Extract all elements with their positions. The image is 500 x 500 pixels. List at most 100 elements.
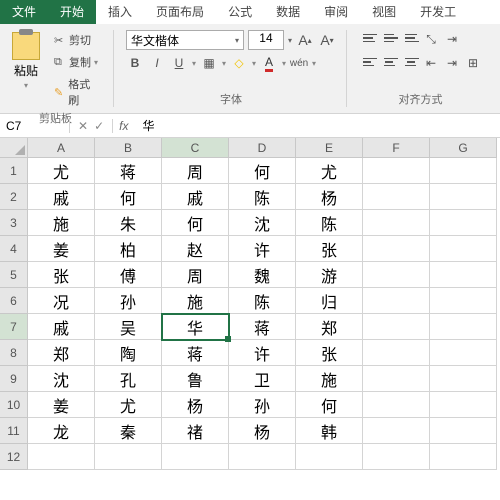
tab-file[interactable]: 文件 (0, 0, 48, 24)
cell[interactable] (363, 262, 430, 288)
tab-insert[interactable]: 插入 (96, 0, 144, 24)
cell[interactable]: 龙 (28, 418, 95, 444)
row-header[interactable]: 4 (0, 236, 28, 262)
cell[interactable] (430, 158, 497, 184)
col-header[interactable]: C (162, 138, 229, 158)
cell[interactable]: 秦 (95, 418, 162, 444)
cell[interactable]: 卫 (229, 366, 296, 392)
formula-input[interactable]: 华 (134, 117, 162, 134)
tab-view[interactable]: 视图 (360, 0, 408, 24)
align-center-button[interactable] (380, 54, 398, 70)
cell[interactable]: 何 (229, 158, 296, 184)
tab-review[interactable]: 审阅 (312, 0, 360, 24)
cell[interactable] (363, 288, 430, 314)
cell[interactable] (430, 418, 497, 444)
spreadsheet-grid[interactable]: ABCDEFG1尤蒋周何尤2戚何戚陈杨3施朱何沈陈4姜柏赵许张5张傅周魏游6况孙… (0, 138, 500, 470)
cancel-icon[interactable]: ✕ (78, 119, 88, 133)
cell[interactable] (430, 314, 497, 340)
row-header[interactable]: 5 (0, 262, 28, 288)
cell[interactable]: 禇 (162, 418, 229, 444)
orientation-button[interactable]: ⤡ (422, 30, 440, 48)
fx-icon[interactable]: fx (113, 119, 134, 133)
col-header[interactable]: A (28, 138, 95, 158)
phonetic-button[interactable]: wén (290, 54, 308, 72)
cell[interactable]: 孔 (95, 366, 162, 392)
cell[interactable] (430, 340, 497, 366)
cell[interactable] (430, 210, 497, 236)
increase-font-icon[interactable]: A▴ (296, 31, 314, 49)
align-bottom-button[interactable] (401, 30, 419, 46)
cell[interactable]: 魏 (229, 262, 296, 288)
align-middle-button[interactable] (380, 30, 398, 46)
col-header[interactable]: F (363, 138, 430, 158)
cell[interactable]: 孙 (229, 392, 296, 418)
col-header[interactable]: B (95, 138, 162, 158)
cell[interactable] (229, 444, 296, 470)
cell[interactable]: 戚 (28, 184, 95, 210)
cell[interactable]: 姜 (28, 392, 95, 418)
cell[interactable]: 赵 (162, 236, 229, 262)
cell[interactable] (363, 418, 430, 444)
cell[interactable]: 施 (162, 288, 229, 314)
align-top-button[interactable] (359, 30, 377, 46)
cell[interactable]: 鲁 (162, 366, 229, 392)
col-header[interactable]: G (430, 138, 497, 158)
tab-home[interactable]: 开始 (48, 0, 96, 24)
row-header[interactable]: 1 (0, 158, 28, 184)
fill-color-button[interactable]: ◇ (230, 54, 248, 72)
cell[interactable]: 张 (296, 340, 363, 366)
cell[interactable]: 孙 (95, 288, 162, 314)
cell[interactable]: 傅 (95, 262, 162, 288)
cell[interactable]: 游 (296, 262, 363, 288)
cut-button[interactable]: ✂剪切 (50, 30, 103, 50)
cell[interactable] (363, 158, 430, 184)
cell[interactable] (430, 444, 497, 470)
col-header[interactable]: D (229, 138, 296, 158)
indent-dec-button[interactable]: ⇤ (422, 54, 440, 72)
cell[interactable] (363, 444, 430, 470)
cell[interactable] (430, 184, 497, 210)
cell[interactable]: 施 (296, 366, 363, 392)
copy-button[interactable]: ⧉复制▾ (50, 52, 103, 72)
cell[interactable]: 姜 (28, 236, 95, 262)
cell[interactable] (28, 444, 95, 470)
cell[interactable]: 蒋 (95, 158, 162, 184)
cell[interactable] (95, 444, 162, 470)
col-header[interactable]: E (296, 138, 363, 158)
cell[interactable]: 韩 (296, 418, 363, 444)
cell[interactable]: 况 (28, 288, 95, 314)
indent-inc-button[interactable]: ⇥ (443, 54, 461, 72)
cell[interactable]: 许 (229, 236, 296, 262)
cell[interactable]: 郑 (28, 340, 95, 366)
cell[interactable]: 蒋 (162, 340, 229, 366)
cell[interactable]: 戚 (28, 314, 95, 340)
cell[interactable]: 何 (162, 210, 229, 236)
cell[interactable] (363, 314, 430, 340)
select-all-corner[interactable] (0, 138, 28, 158)
cell[interactable]: 张 (28, 262, 95, 288)
tab-dev[interactable]: 开发工 (408, 0, 468, 24)
cell[interactable]: 施 (28, 210, 95, 236)
align-left-button[interactable] (359, 54, 377, 70)
row-header[interactable]: 9 (0, 366, 28, 392)
cell[interactable]: 柏 (95, 236, 162, 262)
decrease-font-icon[interactable]: A▾ (318, 31, 336, 49)
wrap-button[interactable]: ⇥ (443, 30, 461, 48)
confirm-icon[interactable]: ✓ (94, 119, 104, 133)
paste-button[interactable]: 粘贴 ▾ (8, 30, 44, 110)
cell[interactable] (430, 288, 497, 314)
cell[interactable]: 许 (229, 340, 296, 366)
cell[interactable] (430, 366, 497, 392)
font-size-select[interactable]: 14 (248, 30, 284, 50)
row-header[interactable]: 7 (0, 314, 28, 340)
format-painter-button[interactable]: ✎格式刷 (50, 74, 103, 110)
cell[interactable]: 陈 (229, 184, 296, 210)
cell[interactable]: 陈 (296, 210, 363, 236)
cell[interactable]: 尤 (296, 158, 363, 184)
cell[interactable]: 何 (296, 392, 363, 418)
cell[interactable]: 郑 (296, 314, 363, 340)
cell[interactable]: 何 (95, 184, 162, 210)
italic-button[interactable]: I (148, 54, 166, 72)
cell[interactable]: 沈 (28, 366, 95, 392)
cell[interactable]: 戚 (162, 184, 229, 210)
